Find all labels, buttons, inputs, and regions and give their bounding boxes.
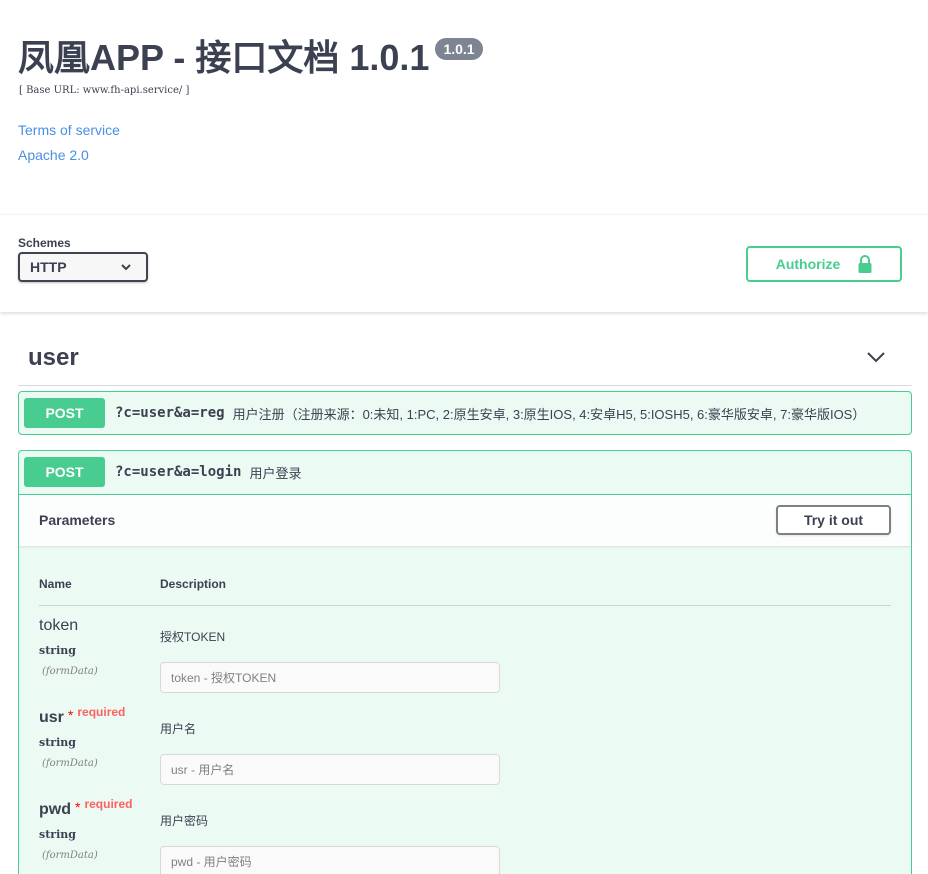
parameter-type: string	[39, 828, 76, 841]
terms-of-service-link[interactable]: Terms of service	[18, 121, 120, 139]
chevron-down-icon[interactable]	[866, 350, 886, 364]
page-title: 凤凰APP - 接口文档 1.0.1	[18, 37, 430, 78]
authorize-label: Authorize	[775, 256, 841, 272]
parameter-type: string	[39, 644, 76, 657]
parameter-in: (formData)	[42, 758, 98, 769]
parameter-description: 用户密码	[160, 814, 209, 828]
parameters-title: Parameters	[39, 512, 116, 528]
required-label: required	[77, 705, 126, 719]
column-header-name: Name	[39, 577, 72, 591]
version-badge: 1.0.1	[435, 38, 483, 60]
tag-name: user	[28, 343, 79, 371]
parameter-row: usr * required string (formData) 用户名	[39, 705, 891, 799]
operation-path: ?c=user&a=reg	[115, 405, 225, 421]
try-it-out-button[interactable]: Try it out	[776, 505, 891, 535]
scheme-container: Schemes HTTP Authorize	[0, 214, 928, 312]
parameters-header: Parameters Try it out	[19, 494, 911, 546]
authorize-button[interactable]: Authorize	[746, 246, 902, 282]
parameter-row: pwd * required string (formData) 用户密码	[39, 797, 891, 874]
parameter-name: pwd * required	[39, 797, 133, 818]
column-header-description: Description	[160, 577, 227, 591]
method-badge: POST	[24, 457, 105, 487]
tag-header-user[interactable]: user	[18, 330, 912, 386]
lock-icon	[858, 255, 872, 273]
parameter-name: usr * required	[39, 705, 126, 726]
base-url: [ Base URL: www.fh-api.service/ ]	[19, 85, 190, 96]
usr-input[interactable]	[160, 754, 500, 785]
operation-path: ?c=user&a=login	[115, 464, 242, 480]
operation-block-reg: POST ?c=user&a=reg 用户注册（注册来源：0:未知, 1:PC,…	[18, 391, 912, 435]
operation-description: 用户登录	[249, 465, 302, 481]
title-row: 凤凰APP - 接口文档 1.0.1 1.0.1	[18, 36, 483, 80]
required-star: *	[67, 707, 74, 723]
schemes-selected-value: HTTP	[30, 259, 67, 275]
parameter-name: token	[39, 617, 79, 634]
token-input[interactable]	[160, 662, 500, 693]
chevron-down-icon	[121, 264, 131, 271]
parameter-type: string	[39, 736, 76, 749]
operation-summary[interactable]: POST ?c=user&a=login 用户登录	[19, 451, 911, 493]
license-link[interactable]: Apache 2.0	[18, 146, 89, 164]
column-divider	[39, 605, 891, 606]
method-badge: POST	[24, 398, 105, 428]
parameter-description: 授权TOKEN	[160, 630, 226, 644]
required-label: required	[84, 797, 133, 811]
parameter-in: (formData)	[42, 850, 98, 861]
schemes-label: Schemes	[18, 236, 71, 250]
operation-summary[interactable]: POST ?c=user&a=reg 用户注册（注册来源：0:未知, 1:PC,…	[19, 392, 911, 434]
operation-description: 用户注册（注册来源：0:未知, 1:PC, 2:原生安卓, 3:原生IOS, 4…	[232, 406, 866, 422]
required-star: *	[75, 799, 81, 815]
parameter-description: 用户名	[160, 722, 197, 736]
schemes-select[interactable]: HTTP	[18, 252, 148, 282]
pwd-input[interactable]	[160, 846, 500, 874]
parameter-row: token string (formData) 授权TOKEN	[39, 617, 891, 707]
operation-block-login: POST ?c=user&a=login 用户登录 Parameters Try…	[18, 450, 912, 874]
parameter-in: (formData)	[42, 666, 98, 677]
